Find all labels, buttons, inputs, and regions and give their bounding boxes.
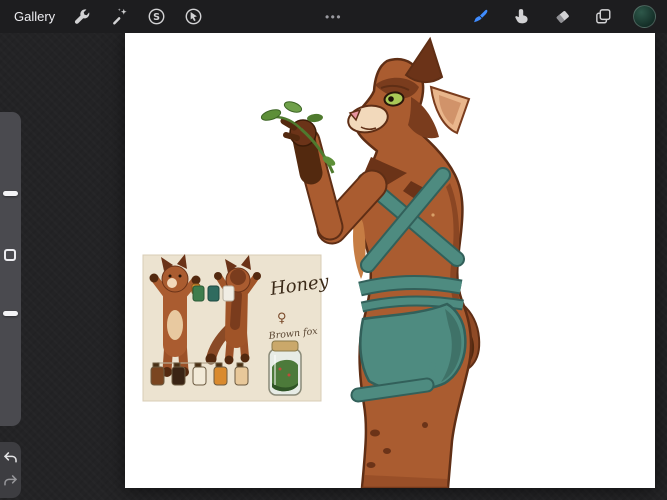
sidebar-undo-redo (0, 442, 21, 498)
transform-arrow-icon (184, 7, 203, 26)
redo-button[interactable] (2, 473, 19, 490)
active-color-swatch (633, 5, 656, 28)
procreate-workspace: Gallery S (0, 0, 667, 500)
left-ear (406, 39, 442, 82)
transform-button[interactable] (181, 5, 205, 29)
redo-arrow-icon (2, 473, 19, 490)
layers-icon (594, 7, 613, 26)
color-swatch-button[interactable] (632, 5, 656, 29)
modify-button[interactable] (4, 249, 16, 261)
layers-button[interactable] (591, 5, 615, 29)
reference-terrarium-jar (269, 341, 301, 395)
svg-text:S: S (153, 12, 160, 23)
canvas-options-dots[interactable]: ••• (325, 0, 342, 33)
sidebar-sliders (0, 112, 21, 426)
erase-tool-button[interactable] (550, 5, 574, 29)
top-toolbar: Gallery S (0, 0, 667, 33)
selection-s-icon: S (147, 7, 166, 26)
brush-icon (471, 7, 490, 26)
undo-button[interactable] (2, 450, 19, 467)
character-arm (284, 120, 372, 229)
toolbar-right-group (468, 5, 667, 29)
magic-wand-icon (110, 7, 129, 26)
reference-gender-symbol: ♀ (277, 311, 287, 326)
brush-size-slider-handle[interactable] (3, 191, 18, 196)
actions-button[interactable] (70, 5, 94, 29)
gallery-button[interactable]: Gallery (12, 9, 57, 24)
wrench-icon (73, 7, 92, 26)
brush-opacity-slider-handle[interactable] (3, 311, 18, 316)
undo-arrow-icon (2, 450, 19, 467)
paint-tool-button[interactable] (468, 5, 492, 29)
adjustments-button[interactable] (107, 5, 131, 29)
canvas-artwork: Honey ♀ Brown fox (125, 33, 655, 488)
eraser-icon (553, 7, 572, 26)
selection-button[interactable]: S (144, 5, 168, 29)
drawing-canvas[interactable]: Honey ♀ Brown fox (125, 33, 655, 488)
smudge-tool-button[interactable] (509, 5, 533, 29)
toolbar-left-group: Gallery S (0, 5, 205, 29)
reference-color-swatches (193, 286, 234, 301)
smudge-finger-icon (512, 7, 531, 26)
reference-sheet: Honey ♀ Brown fox (143, 254, 331, 401)
